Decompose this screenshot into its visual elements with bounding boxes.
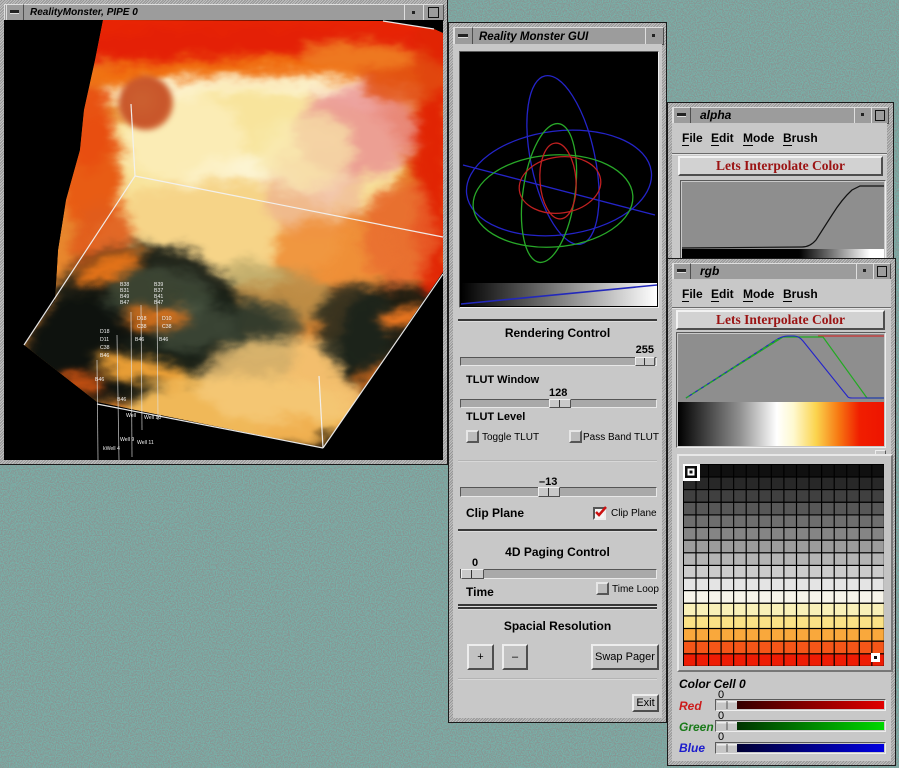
svg-text:kWell 4: kWell 4 [103,446,120,452]
svg-text:C38: C38 [162,324,172,330]
svg-text:Well: Well [126,413,136,419]
svg-text:B46: B46 [135,337,144,343]
svg-text:D18: D18 [100,329,110,335]
svg-text:Well 10: Well 10 [144,415,161,421]
svg-text:D10: D10 [162,316,172,322]
svg-text:B46: B46 [95,377,104,383]
svg-text:B46: B46 [100,353,109,359]
svg-text:D11: D11 [100,337,109,343]
svg-text:B46: B46 [117,397,126,403]
svg-text:B47: B47 [120,300,129,306]
svg-text:C38: C38 [137,324,147,330]
svg-text:C38: C38 [100,345,110,351]
svg-text:B46: B46 [159,337,168,343]
svg-text:B47: B47 [154,300,163,306]
svg-text:D18: D18 [137,316,147,322]
svg-text:Well 9: Well 9 [120,437,134,443]
svg-text:Well 11: Well 11 [137,440,154,446]
